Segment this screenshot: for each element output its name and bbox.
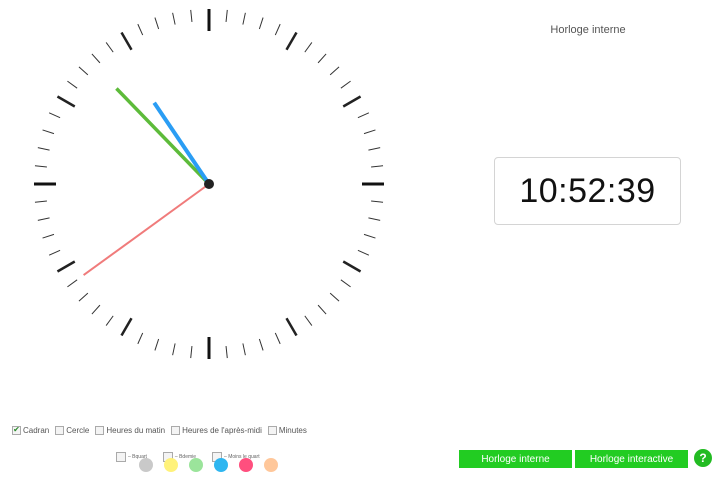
minute-tick: [274, 332, 281, 345]
minute-tick: [37, 147, 50, 151]
minute-tick: [368, 217, 381, 221]
minute-tick: [242, 12, 246, 25]
minute-tick: [154, 338, 160, 351]
checkbox-icon[interactable]: [171, 425, 181, 435]
hour-tick: [56, 260, 76, 273]
internal-clock-button[interactable]: Horloge interne: [459, 450, 572, 468]
minute-tick: [137, 23, 144, 36]
hour-tick: [120, 31, 133, 51]
minute-tick: [48, 112, 61, 119]
minute-tick: [154, 17, 160, 30]
option-heures-matin[interactable]: Heures du matin: [95, 425, 166, 435]
checkbox-icon[interactable]: [116, 452, 126, 462]
minute-tick: [42, 129, 55, 135]
minute-tick: [363, 233, 376, 239]
hour-tick: [120, 317, 133, 337]
minute-tick: [340, 80, 351, 89]
minute-tick: [225, 9, 228, 22]
minute-tick: [190, 346, 193, 359]
minute-tick: [91, 53, 101, 64]
minute-tick: [105, 42, 114, 53]
digital-time-display: 10:52:39: [494, 157, 681, 225]
hour-tick: [342, 95, 362, 108]
minute-tick: [78, 66, 89, 76]
color-swatch[interactable]: [264, 458, 278, 472]
minute-tick: [242, 343, 246, 356]
minute-tick: [78, 292, 89, 302]
hour-tick: [285, 317, 298, 337]
minute-tick: [258, 17, 264, 30]
minute-tick: [42, 233, 55, 239]
checkbox-icon[interactable]: [267, 425, 277, 435]
color-swatches: [139, 458, 278, 472]
color-swatch[interactable]: [164, 458, 178, 472]
color-swatch[interactable]: [189, 458, 203, 472]
option-cadran[interactable]: ✔ Cadran: [12, 425, 50, 435]
checkbox-icon[interactable]: [95, 425, 105, 435]
checkbox-icon[interactable]: [55, 425, 65, 435]
minute-tick: [363, 129, 376, 135]
minute-tick: [317, 304, 327, 315]
display-options: ✔ Cadran Cercle Heures du matin Heures d…: [12, 423, 307, 437]
second-hand: [83, 183, 210, 276]
minute-tick: [274, 23, 281, 36]
color-swatch[interactable]: [139, 458, 153, 472]
minute-tick: [357, 112, 370, 119]
hour-tick: [285, 31, 298, 51]
minute-tick: [48, 249, 61, 256]
option-label: Minutes: [278, 425, 307, 435]
minute-tick: [317, 53, 327, 64]
help-icon[interactable]: ?: [694, 449, 712, 467]
hour-tick: [342, 260, 362, 273]
minute-tick: [329, 66, 340, 76]
minute-tick: [357, 249, 370, 256]
minute-tick: [105, 315, 114, 326]
option-label: Heures du matin: [106, 425, 166, 435]
minute-tick: [368, 147, 381, 151]
minute-tick: [329, 292, 340, 302]
minute-tick: [340, 279, 351, 288]
option-label: Heures de l'après-midi: [182, 425, 262, 435]
app-title: Horloge interne: [550, 24, 626, 36]
minute-tick: [371, 165, 384, 168]
minute-tick: [67, 80, 78, 89]
color-swatch[interactable]: [239, 458, 253, 472]
minute-tick: [34, 200, 47, 203]
minute-tick: [258, 338, 264, 351]
option-label: Cadran: [23, 425, 50, 435]
minute-tick: [190, 9, 193, 22]
checkbox-icon[interactable]: ✔: [12, 425, 21, 435]
minute-tick: [304, 42, 313, 53]
hour-hand: [152, 101, 211, 186]
minute-tick: [37, 217, 50, 221]
hour-tick: [56, 95, 76, 108]
minute-tick: [34, 165, 47, 168]
interactive-clock-button[interactable]: Horloge interactive: [575, 450, 688, 468]
minute-tick: [304, 315, 313, 326]
option-cercle[interactable]: Cercle: [55, 425, 90, 435]
minute-tick: [225, 346, 228, 359]
minute-tick: [172, 12, 176, 25]
option-label: Cercle: [66, 425, 90, 435]
minute-hand: [115, 87, 211, 186]
minute-tick: [91, 304, 101, 315]
minute-tick: [172, 343, 176, 356]
color-swatch[interactable]: [214, 458, 228, 472]
option-minutes[interactable]: Minutes: [267, 425, 307, 435]
clock-center: [204, 179, 214, 189]
minute-tick: [371, 200, 384, 203]
option-heures-apres-midi[interactable]: Heures de l'après-midi: [171, 425, 262, 435]
minute-tick: [67, 279, 78, 288]
minute-tick: [137, 332, 144, 345]
